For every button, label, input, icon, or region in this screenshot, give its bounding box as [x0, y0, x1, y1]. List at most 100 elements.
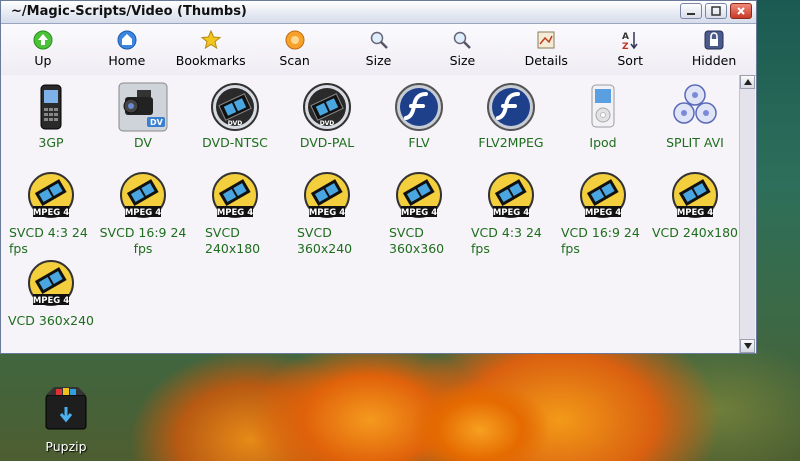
svg-text:MPEG 4: MPEG 4: [677, 208, 713, 218]
pupzip-icon: [45, 387, 87, 430]
size-decrease-label: Size: [449, 53, 476, 68]
flash-icon: [487, 83, 535, 131]
scan-icon: [285, 30, 305, 50]
mpeg4-icon: MPEG 4: [488, 172, 534, 218]
size-decrease-button[interactable]: Size: [420, 24, 504, 75]
size-increase-label: Size: [365, 53, 392, 68]
mpeg4-icon: MPEG 4: [212, 172, 258, 218]
hidden-button[interactable]: Hidden: [672, 24, 756, 75]
phone-icon: [40, 84, 62, 130]
file-item-svcd-240x180[interactable]: MPEG 4 SVCD 240x180: [189, 167, 281, 261]
dvd-film-icon: DVD: [303, 83, 351, 131]
svg-text:DVD: DVD: [320, 120, 335, 127]
file-label: SVCD 4:3 24 fps: [9, 225, 88, 256]
hidden-lock-icon: [704, 30, 724, 50]
file-item-dvd-ntsc[interactable]: DVD DVD-NTSC: [189, 77, 281, 171]
svg-text:MPEG 4: MPEG 4: [401, 208, 437, 218]
zoom-out-icon: [454, 31, 472, 49]
bookmarks-button[interactable]: Bookmarks: [169, 24, 253, 75]
minimize-button[interactable]: [680, 3, 702, 19]
scan-button[interactable]: Scan: [253, 24, 337, 75]
file-item-svcd-360x360[interactable]: MPEG 4 SVCD 360x360: [373, 167, 465, 261]
details-button[interactable]: Details: [504, 24, 588, 75]
file-item-vcd-240x180[interactable]: MPEG 4 VCD 240x180: [649, 167, 739, 261]
svg-text:Z: Z: [622, 42, 629, 51]
svg-text:MPEG 4: MPEG 4: [125, 208, 161, 218]
mpeg4-icon: MPEG 4: [28, 260, 74, 306]
sort-icon: A Z: [622, 32, 638, 51]
up-button[interactable]: Up: [1, 24, 85, 75]
file-label: FLV2MPEG: [478, 135, 544, 150]
file-label: SVCD 16:9 24 fps: [99, 225, 187, 256]
mpeg4-icon: MPEG 4: [672, 172, 718, 218]
window-title: ~/Magic-Scripts/Video (Thumbs): [11, 4, 247, 19]
file-label: VCD 4:3 24 fps: [471, 225, 542, 256]
file-label: VCD 240x180: [652, 225, 738, 240]
file-view[interactable]: 3GP DV DV DVD DVD-NTSC DVD DVD-PAL FLV F…: [1, 75, 739, 353]
file-label: SVCD 360x240: [297, 225, 353, 256]
scroll-down-button[interactable]: [740, 339, 755, 353]
desktop-icon-label: Pupzip: [45, 439, 87, 454]
file-label: VCD 360x240: [8, 313, 94, 328]
scan-label: Scan: [279, 53, 310, 68]
file-label: FLV: [408, 135, 430, 150]
file-item-ipod[interactable]: Ipod: [557, 77, 649, 171]
file-item-vcd-16-9[interactable]: MPEG 4 VCD 16:9 24 fps: [557, 167, 649, 261]
vertical-scrollbar[interactable]: [739, 75, 755, 353]
camcorder-icon: DV: [118, 82, 168, 132]
file-manager-window: ~/Magic-Scripts/Video (Thumbs) Up Home B…: [0, 0, 757, 354]
file-item-split-avi[interactable]: SPLIT AVI: [649, 77, 739, 171]
svg-text:DV: DV: [150, 118, 164, 127]
maximize-button[interactable]: [705, 3, 727, 19]
arrow-up-icon: [743, 79, 752, 85]
svg-text:MPEG 4: MPEG 4: [33, 208, 69, 218]
file-label: Ipod: [589, 135, 617, 150]
ipod-icon: [591, 84, 615, 128]
close-icon: [737, 7, 745, 15]
hidden-label: Hidden: [691, 53, 737, 68]
svg-text:DVD: DVD: [228, 120, 243, 127]
home-label: Home: [108, 53, 146, 68]
bookmarks-label: Bookmarks: [175, 53, 246, 68]
file-label: 3GP: [38, 135, 64, 150]
svg-text:MPEG 4: MPEG 4: [493, 208, 529, 218]
toolbar: Up Home Bookmarks Scan Size Size Details…: [1, 24, 756, 76]
file-item-svcd-16-9[interactable]: MPEG 4 SVCD 16:9 24 fps: [97, 167, 189, 261]
star-icon: [200, 29, 221, 50]
mpeg4-icon: MPEG 4: [396, 172, 442, 218]
file-label: DV: [134, 135, 152, 150]
file-label: SVCD 360x360: [389, 225, 445, 256]
dvd-film-icon: DVD: [211, 83, 259, 131]
file-item-dvd-pal[interactable]: DVD DVD-PAL: [281, 77, 373, 171]
svg-text:MPEG 4: MPEG 4: [309, 208, 345, 218]
close-button[interactable]: [730, 3, 752, 19]
file-label: VCD 16:9 24 fps: [561, 225, 640, 256]
file-item-vcd-360x240[interactable]: MPEG 4 VCD 360x240: [5, 255, 97, 349]
title-bar[interactable]: ~/Magic-Scripts/Video (Thumbs): [1, 1, 756, 24]
file-item-dv[interactable]: DV DV: [97, 77, 189, 171]
minimize-icon: [687, 13, 695, 15]
file-label: DVD-NTSC: [202, 135, 268, 150]
zoom-in-icon: [370, 31, 388, 49]
file-item-vcd-4-3[interactable]: MPEG 4 VCD 4:3 24 fps: [465, 167, 557, 261]
mpeg4-icon: MPEG 4: [304, 172, 350, 218]
svg-text:MPEG 4: MPEG 4: [217, 208, 253, 218]
sort-button[interactable]: A Z Sort: [588, 24, 672, 75]
size-increase-button[interactable]: Size: [337, 24, 421, 75]
details-icon: [537, 31, 555, 49]
file-item-flv2mpeg[interactable]: FLV2MPEG: [465, 77, 557, 171]
file-item-svcd-4-3[interactable]: MPEG 4 SVCD 4:3 24 fps: [5, 167, 97, 261]
home-icon: [117, 30, 137, 50]
svg-text:A: A: [622, 32, 629, 42]
home-button[interactable]: Home: [85, 24, 169, 75]
file-label: SPLIT AVI: [666, 135, 724, 150]
scroll-up-button[interactable]: [740, 75, 755, 89]
window-controls: [680, 3, 752, 19]
file-item-3gp[interactable]: 3GP: [5, 77, 97, 171]
svg-text:MPEG 4: MPEG 4: [33, 296, 69, 306]
sort-label: Sort: [617, 53, 643, 68]
file-item-flv[interactable]: FLV: [373, 77, 465, 171]
desktop-icon-pupzip[interactable]: Pupzip: [38, 385, 94, 454]
mpeg4-icon: MPEG 4: [28, 172, 74, 218]
file-item-svcd-360x240[interactable]: MPEG 4 SVCD 360x240: [281, 167, 373, 261]
